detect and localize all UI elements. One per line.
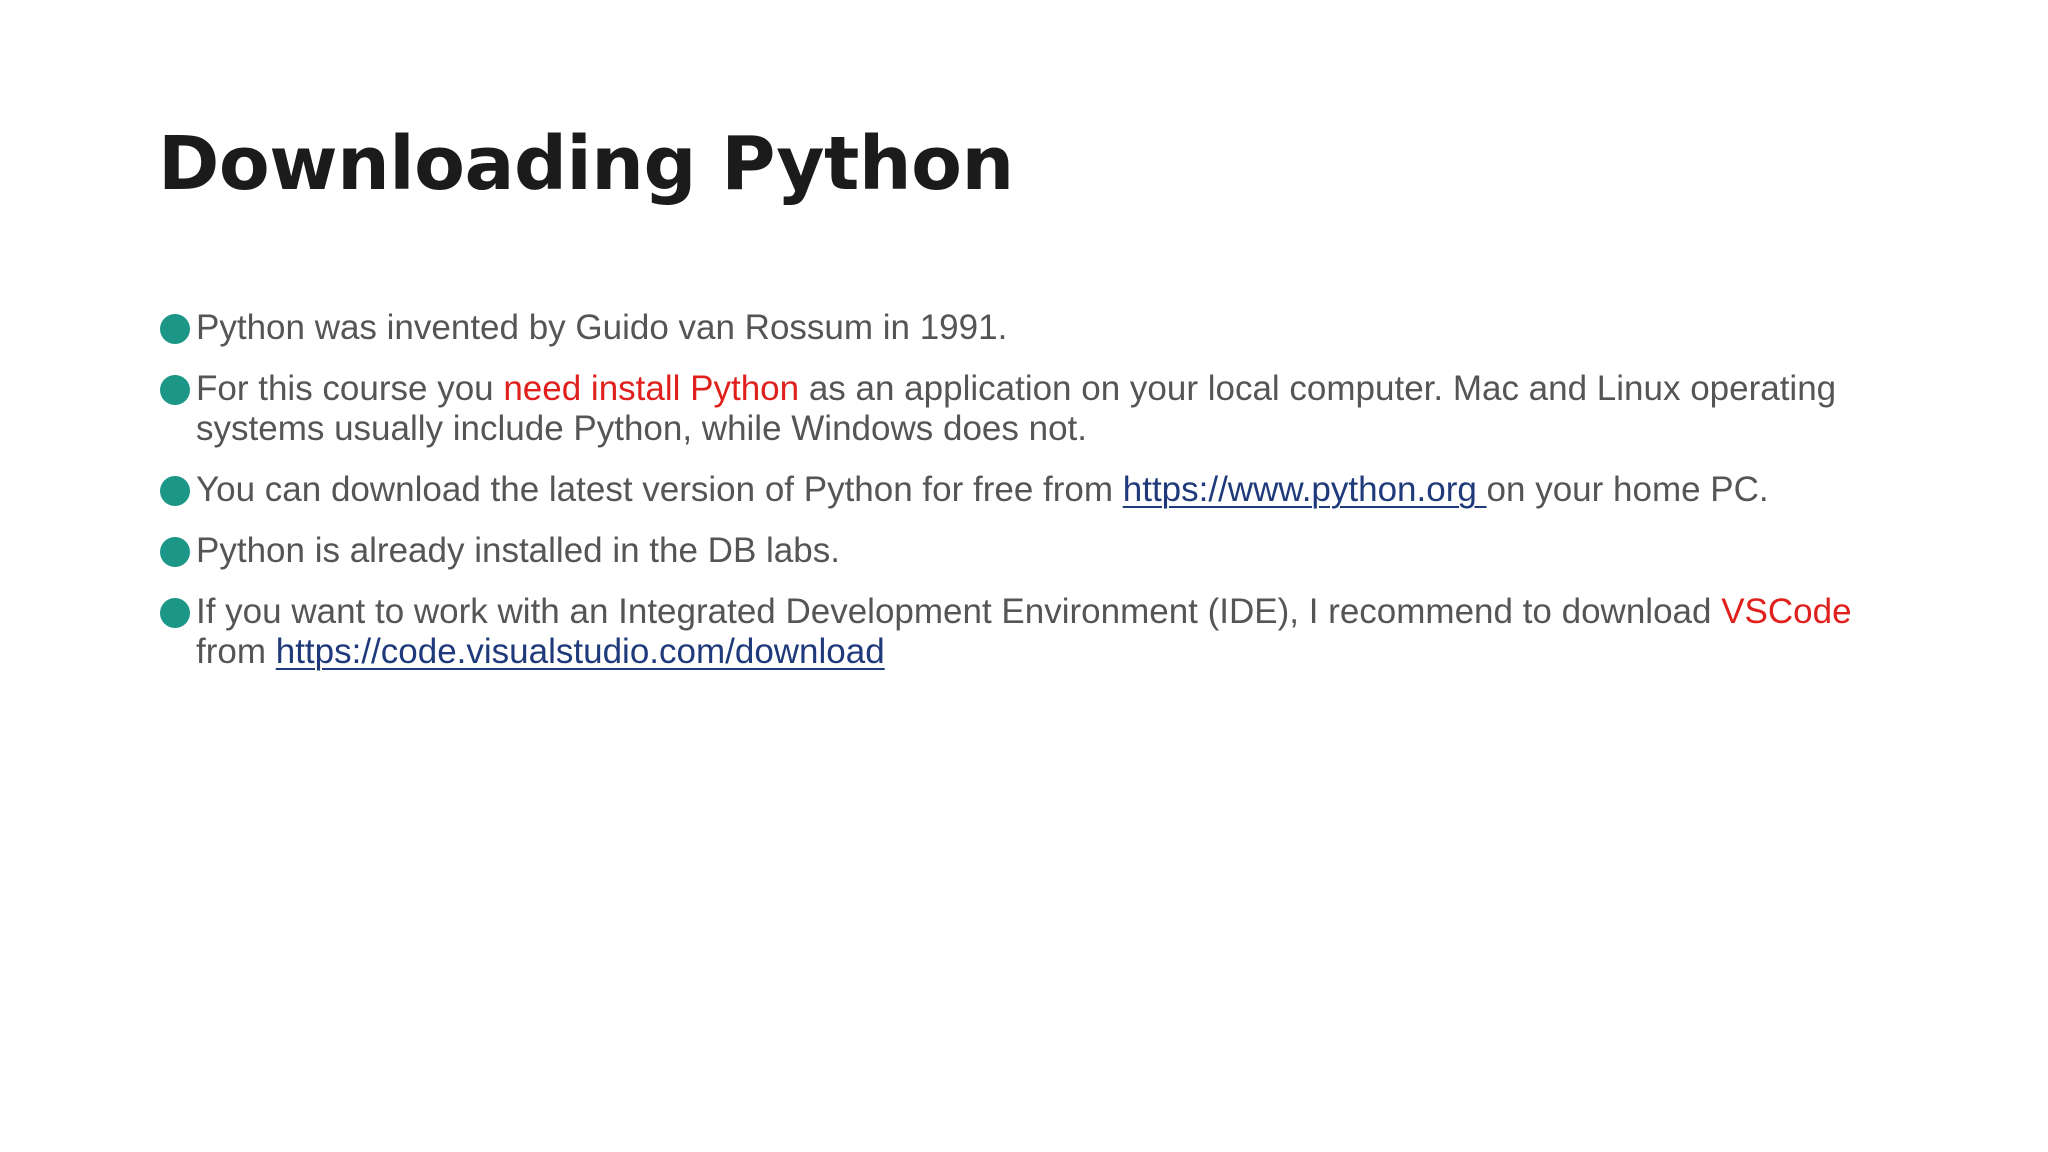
- bullet-item-5: If you want to work with an Integrated D…: [158, 592, 1918, 672]
- slide-title: Downloading Python: [158, 121, 1014, 207]
- bullet-dot-icon: [160, 537, 190, 567]
- slide: Downloading Python Python was invented b…: [0, 0, 2048, 1152]
- bullet-item-2: For this course you need install Python …: [158, 369, 1918, 449]
- bullet-text: on your home PC.: [1486, 470, 1769, 509]
- bullet-dot-icon: [160, 375, 190, 405]
- bullet-dot-icon: [160, 314, 190, 344]
- bullet-text: You can download the latest version of P…: [196, 470, 1123, 509]
- highlight-text: need install Python: [503, 369, 800, 408]
- bullet-list: Python was invented by Guido van Rossum …: [158, 308, 1918, 693]
- bullet-text: If you want to work with an Integrated D…: [196, 592, 1722, 631]
- bullet-text: from: [196, 632, 276, 671]
- bullet-text: Python is already installed in the DB la…: [196, 531, 840, 570]
- vscode-download-link[interactable]: https://code.visualstudio.com/download: [276, 632, 885, 671]
- bullet-text: For this course you: [196, 369, 504, 408]
- bullet-dot-icon: [160, 476, 190, 506]
- bullet-item-1: Python was invented by Guido van Rossum …: [158, 308, 1918, 348]
- bullet-item-3: You can download the latest version of P…: [158, 470, 1918, 510]
- bullet-text: Python was invented by Guido van Rossum …: [196, 308, 1008, 347]
- highlight-text: VSCode: [1721, 592, 1852, 631]
- python-org-link[interactable]: https://www.python.org: [1123, 470, 1487, 509]
- bullet-item-4: Python is already installed in the DB la…: [158, 531, 1918, 571]
- bullet-dot-icon: [160, 598, 190, 628]
